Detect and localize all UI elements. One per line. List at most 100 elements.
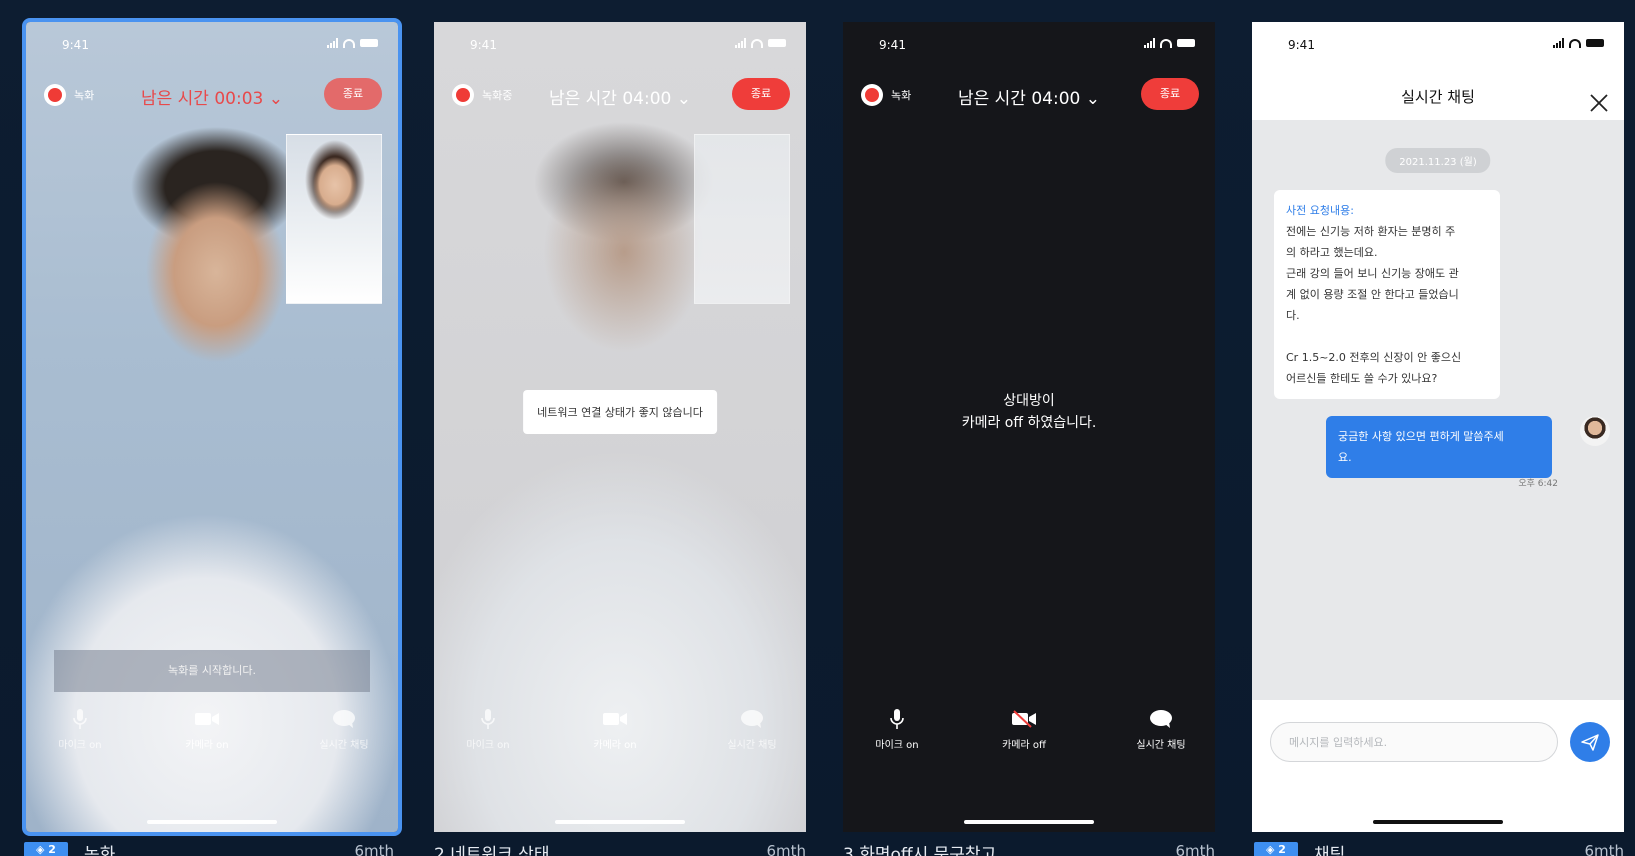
status-bar: 9:41 (1252, 36, 1624, 56)
status-time: 9:41 (62, 38, 89, 52)
camera-icon (575, 708, 655, 730)
incoming-line: 근래 강의 들어 보니 신기능 장애도 관 (1286, 267, 1459, 280)
end-call-button[interactable]: 종료 (1141, 78, 1199, 110)
chat-header: 실시간 채팅 (1252, 74, 1624, 120)
recording-notice: 녹화를 시작합니다. (54, 650, 370, 692)
mic-label: 마이크 on (466, 740, 510, 751)
screen-recording[interactable]: 9:41 녹화 남은 시간 00:03 ⌄ 종료 녹화를 시작합니다. 마이크 … (22, 18, 402, 836)
avatar (1580, 416, 1610, 446)
status-bar: 9:41 (843, 36, 1215, 56)
call-controls: 마이크 on 카메라 on 실시간 채팅 (26, 708, 398, 756)
outgoing-message: 궁금한 사항 있으면 편하게 말씀주세 요. (1326, 416, 1552, 478)
home-indicator (147, 820, 277, 824)
call-controls: 마이크 on 카메라 on 실시간 채팅 (434, 708, 806, 756)
chat-bubble-icon (1121, 708, 1201, 730)
camera-button[interactable]: 카메라 off (984, 708, 1064, 751)
caption-effort: 6mth (766, 842, 806, 856)
call-topbar: 녹화중 남은 시간 04:00 ⌄ 종료 (434, 78, 806, 114)
battery-icon (768, 39, 786, 47)
camera-label: 카메라 on (185, 740, 229, 751)
chat-button[interactable]: 실시간 채팅 (304, 708, 384, 751)
incoming-line: 의 하라고 했는데요. (1286, 246, 1378, 259)
incoming-line: 다. (1286, 309, 1300, 322)
signal-icon (735, 38, 746, 48)
mic-button[interactable]: 마이크 on (40, 708, 120, 751)
call-topbar: 녹화 남은 시간 00:03 ⌄ 종료 (26, 78, 398, 114)
send-icon (1581, 734, 1599, 751)
caption-effort: 6mth (1175, 842, 1215, 856)
camera-icon (167, 708, 247, 730)
screen-chat: 9:41 실시간 채팅 2021.11.23 (월) 사전 요청내용: 전에는 … (1252, 22, 1624, 832)
caption-2: 2 네트워크 상태 6mth (434, 836, 806, 856)
message-input[interactable]: 메시지를 입력하세요. (1270, 722, 1558, 762)
camera-label: 카메라 on (593, 740, 637, 751)
mic-icon (448, 708, 528, 730)
design-board: 9:41 녹화 남은 시간 00:03 ⌄ 종료 녹화를 시작합니다. 마이크 … (0, 0, 1635, 856)
caption-4: ◈ 2 채팅 6mth (1252, 836, 1624, 856)
caption-1: ◈ 2 녹화 6mth (22, 836, 394, 856)
camera-off-line-2: 카메라 off 하였습니다. (961, 415, 1097, 431)
camera-label: 카메라 off (1002, 740, 1046, 751)
wifi-icon (1569, 38, 1581, 48)
wifi-icon (751, 38, 763, 48)
network-warning-toast: 네트워크 연결 상태가 좋지 않습니다 (523, 390, 717, 434)
status-time: 9:41 (470, 38, 497, 52)
mic-label: 마이크 on (58, 740, 102, 751)
status-icons (1553, 38, 1604, 48)
status-icons (1144, 38, 1195, 48)
wifi-icon (1160, 38, 1172, 48)
chat-label: 실시간 채팅 (727, 740, 777, 751)
screen-camera-off: 9:41 녹화 남은 시간 04:00 ⌄ 종료 상대방이 카메라 off 하였… (843, 22, 1215, 832)
status-icons (327, 38, 378, 48)
camera-off-message: 상대방이 카메라 off 하였습니다. (843, 390, 1215, 434)
camera-off-line-1: 상대방이 (1003, 393, 1055, 409)
chat-label: 실시간 채팅 (319, 740, 369, 751)
status-icons (735, 38, 786, 48)
chat-bubble-icon (304, 708, 384, 730)
chat-button[interactable]: 실시간 채팅 (1121, 708, 1201, 751)
self-video-pip[interactable] (694, 134, 790, 304)
caption-effort: 6mth (1584, 842, 1624, 856)
mic-icon (40, 708, 120, 730)
caption-title: 2 네트워크 상태 (434, 845, 550, 856)
caption-title: 채팅 (1314, 845, 1346, 856)
signal-icon (1553, 38, 1564, 48)
mic-button[interactable]: 마이크 on (448, 708, 528, 751)
camera-button[interactable]: 카메라 on (575, 708, 655, 751)
chat-title: 실시간 채팅 (1401, 88, 1475, 106)
end-call-button[interactable]: 종료 (324, 78, 382, 110)
battery-icon (1586, 39, 1604, 47)
chat-button[interactable]: 실시간 채팅 (712, 708, 792, 751)
call-controls: 마이크 on 카메라 off 실시간 채팅 (843, 708, 1215, 756)
outgoing-line: 궁금한 사항 있으면 편하게 말씀주세 (1338, 430, 1504, 443)
chat-message-list[interactable]: 2021.11.23 (월) 사전 요청내용: 전에는 신기능 저하 환자는 분… (1252, 120, 1624, 700)
send-button[interactable] (1570, 722, 1610, 762)
end-call-button[interactable]: 종료 (732, 78, 790, 110)
version-badge: ◈ 2 (1254, 842, 1298, 856)
screen-network: 9:41 녹화중 남은 시간 04:00 ⌄ 종료 네트워크 연결 상태가 좋지… (434, 22, 806, 832)
caption-3: 3 화면off시 문구참고 6mth (843, 836, 1215, 856)
self-video-pip[interactable] (286, 134, 382, 304)
incoming-line: 전에는 신기능 저하 환자는 분명히 주 (1286, 225, 1456, 238)
caption-effort: 6mth (354, 842, 394, 856)
status-time: 9:41 (879, 38, 906, 52)
chat-label: 실시간 채팅 (1136, 740, 1186, 751)
home-indicator (555, 820, 685, 824)
version-badge: ◈ 2 (24, 842, 68, 856)
incoming-line: 어르신들 한테도 쓸 수가 있나요? (1286, 372, 1438, 385)
battery-icon (360, 39, 378, 47)
incoming-line: Cr 1.5~2.0 전후의 신장이 안 좋으신 (1286, 351, 1462, 364)
call-topbar: 녹화 남은 시간 04:00 ⌄ 종료 (843, 78, 1215, 114)
status-time: 9:41 (1288, 38, 1315, 52)
home-indicator (1373, 820, 1503, 824)
caption-title: 녹화 (84, 845, 116, 856)
mic-button[interactable]: 마이크 on (857, 708, 937, 751)
close-icon[interactable] (1588, 86, 1610, 112)
camera-button[interactable]: 카메라 on (167, 708, 247, 751)
mic-label: 마이크 on (875, 740, 919, 751)
signal-icon (327, 38, 338, 48)
incoming-line (1286, 326, 1488, 347)
incoming-line: 계 없이 용량 조절 안 한다고 들었습니 (1286, 288, 1459, 301)
battery-icon (1177, 39, 1195, 47)
status-bar: 9:41 (434, 36, 806, 56)
